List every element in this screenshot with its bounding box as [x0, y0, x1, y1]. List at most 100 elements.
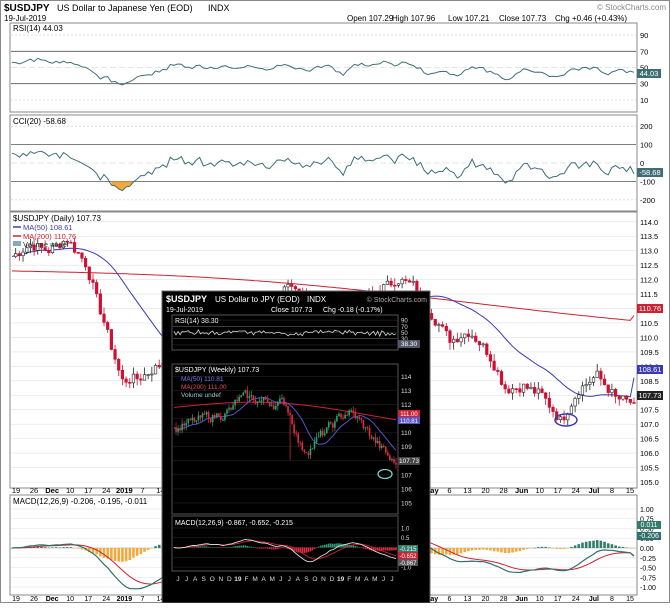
price-label: $USDJPY (Daily) 107.73 [13, 214, 101, 223]
price-tick-label: 111.5 [640, 290, 658, 299]
price-tick-label: 109.5 [640, 348, 659, 357]
inset-x-tick: N [321, 576, 326, 583]
macd-histogram-bar [95, 548, 98, 555]
inset-macd-bar [321, 545, 324, 548]
macd-histogram-bar [40, 546, 43, 548]
x-tick-label: 24 [102, 486, 110, 495]
inset-x-tick: F [347, 576, 351, 583]
macd-x-tick-label: 15 [626, 596, 634, 603]
macd-histogram-bar [80, 548, 84, 550]
inset-macd-bar [330, 543, 332, 548]
inset-macd-bar [262, 547, 265, 549]
macd-x-tick-label: Dec [46, 596, 59, 603]
inset-macd-bar [244, 545, 247, 548]
inset-x-tick: 19 [234, 576, 242, 583]
inset-macd-bar [393, 547, 395, 551]
macd-histogram-bar [522, 548, 525, 550]
inset-x-tick: A [261, 576, 266, 583]
inset-price-tick: 112 [401, 402, 412, 409]
inset-x-tick: M [252, 576, 257, 583]
inset-macd-bar [264, 547, 267, 549]
macd-histogram-bar [625, 547, 628, 549]
inset-macd-bar [213, 547, 216, 548]
chart-svg: $USDJPY US Dollar to Japanese Yen (EOD) … [0, 0, 670, 604]
x-tick-label: 24 [572, 486, 580, 495]
rsi-label: RSI(14) 44.03 [13, 24, 63, 33]
macd-histogram-bar [47, 547, 51, 549]
macd-histogram-bar [481, 548, 485, 550]
inset-macd-bar [240, 545, 243, 548]
macd-histogram-bar [143, 548, 146, 552]
macd-histogram-bar [570, 546, 573, 548]
price-candle [485, 342, 489, 358]
inset-ma200-label: MA(200) 111.00 [181, 384, 227, 391]
x-tick-label: 20 [481, 486, 489, 495]
rsi-panel: RSI(14) 44.03 9070503010 44.03 [9, 22, 661, 113]
macd-histogram-bar [603, 541, 606, 548]
price-tick-label: 110.5 [640, 319, 658, 328]
inset-price-tick: 109 [401, 444, 412, 451]
inset-macd-bar [222, 547, 224, 549]
inset-macd-bar [283, 547, 285, 549]
x-tick-label: 8 [610, 486, 614, 495]
inset-macd-bar [301, 547, 304, 553]
inset-macd-bar [211, 547, 214, 548]
inset-macd-bar [323, 544, 326, 548]
macd-histogram-bar [503, 548, 507, 553]
macd-histogram-bar [139, 548, 143, 554]
macd-x-tick-label: 7 [140, 596, 144, 603]
inset-description: US Dollar to JPY (EOD) [215, 295, 300, 304]
macd-histogram-bar [577, 544, 581, 548]
rsi-tick-label: 90 [640, 31, 648, 40]
inset-macd-bar [362, 547, 365, 549]
macd-x-tick-label: 8 [610, 596, 614, 603]
macd-histogram-bar [617, 546, 621, 548]
price-tick-label: 105.0 [640, 478, 659, 487]
inset-x-tick: J [185, 576, 188, 583]
inset-macd-bar [391, 547, 393, 551]
macd-histogram-bar [124, 548, 128, 562]
macd-histogram-bar [58, 547, 62, 549]
inset-rsi-last: 38.30 [401, 341, 418, 348]
header-close: Close 107.73 [499, 14, 547, 23]
macd-histogram-bar [62, 547, 65, 548]
macd-histogram-bar [595, 540, 599, 548]
macd-histogram-bar [518, 548, 522, 552]
macd-histogram-bar [507, 548, 511, 554]
header-ticker: $USDJPY [4, 3, 50, 14]
macd-histogram-bar [157, 544, 161, 548]
inset-macd-bar [332, 543, 334, 548]
macd-histogram-bar [54, 547, 58, 548]
inset-macd-bar [254, 547, 257, 549]
cci-tick-label: 100 [640, 141, 653, 150]
inset-macd-bar [305, 547, 308, 553]
cci-tick-label: 200 [640, 122, 653, 131]
inset-close: Close 107.73 [271, 307, 312, 314]
inset-rsi-tick: 50 [401, 331, 408, 337]
x-tick-label: 26 [30, 486, 38, 495]
price-tick-label: 113.0 [640, 247, 658, 256]
inset-macd-bar [252, 547, 255, 548]
ma50-legend-label: MA(50) 108.61 [23, 223, 73, 232]
header-description: US Dollar to Japanese Yen (EOD) [57, 3, 193, 13]
inset-macd-bar [197, 546, 200, 548]
macd-histogram-bar [76, 548, 80, 549]
inset-x-tick: J [176, 576, 179, 583]
macd-histogram-bar [614, 545, 617, 548]
inset-x-tick: O [210, 576, 215, 583]
inset-macd-bar [209, 547, 212, 548]
inset-macd-bar [236, 545, 238, 548]
inset-macd-bar [220, 547, 222, 548]
inset-x-tick: D [227, 576, 232, 583]
macd-histogram-bar [529, 548, 533, 549]
inset-ma50-label: MA(50) 110.81 [181, 376, 224, 383]
volume-legend-swatch [13, 241, 21, 246]
macd-histogram-bar [566, 548, 570, 549]
macd-histogram-bar [467, 548, 470, 552]
macd-histogram-bar [632, 548, 636, 549]
macd-x-tick-label: 6 [447, 596, 451, 603]
ma50-last-value: 108.61 [639, 365, 662, 374]
macd-histogram-bar [584, 541, 588, 548]
macd-histogram-bar [463, 548, 466, 553]
inset-macd-bar [325, 544, 328, 548]
